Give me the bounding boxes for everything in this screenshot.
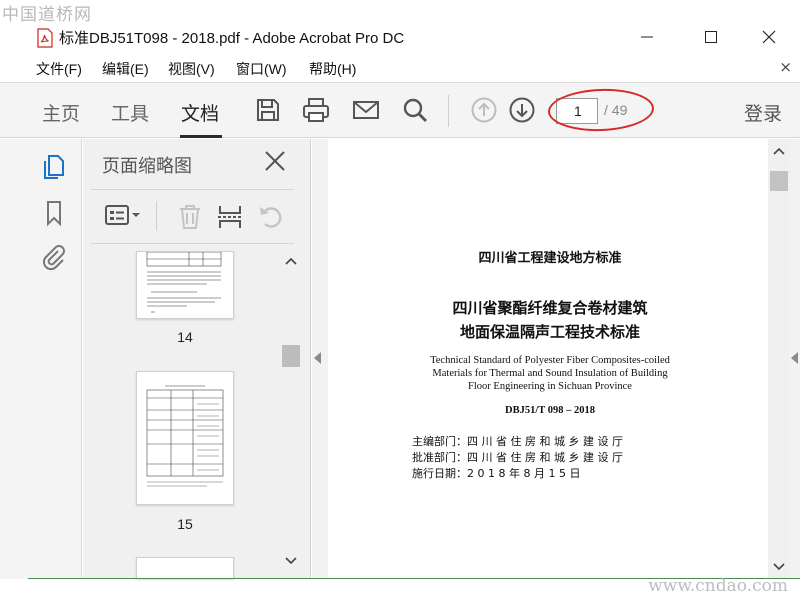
- scrollbar-thumb[interactable]: [770, 171, 788, 191]
- insert-page-icon[interactable]: [217, 203, 243, 231]
- minimize-button[interactable]: [624, 22, 670, 52]
- document-scrollbar[interactable]: [768, 139, 790, 579]
- toolbar-separator: [448, 95, 449, 127]
- meta-value: 2 0 1 8 年 8 月 1 5 日: [467, 467, 581, 480]
- window-title: 标准DBJ51T098 - 2018.pdf - Adobe Acrobat P…: [59, 30, 405, 47]
- pdf-file-icon: [37, 28, 53, 48]
- panel-tools: [83, 197, 311, 237]
- page-number-label: 15: [177, 516, 193, 532]
- document-code: DBJ51/T 098 – 2018: [505, 405, 595, 416]
- email-icon[interactable]: [352, 96, 380, 124]
- meta-label: 主编部门：: [412, 435, 467, 448]
- meta-value: 四 川 省 住 房 和 城 乡 建 设 厅: [467, 451, 623, 464]
- document-english-title-line-3: Floor Engineering in Sichuan Province: [468, 381, 632, 392]
- tools-separator: [156, 201, 157, 231]
- meta-label: 批准部门：: [412, 451, 467, 464]
- close-document-button[interactable]: ×: [779, 58, 792, 76]
- close-window-button[interactable]: [746, 22, 792, 52]
- bookmark-icon[interactable]: [40, 199, 68, 227]
- menu-view[interactable]: 视图(V): [168, 59, 215, 79]
- maximize-icon: [705, 31, 717, 43]
- menu-file[interactable]: 文件(F): [36, 59, 82, 79]
- print-icon[interactable]: [302, 96, 330, 124]
- menu-window[interactable]: 窗口(W): [236, 59, 287, 79]
- search-icon[interactable]: [401, 96, 429, 124]
- chevron-up-icon[interactable]: [285, 257, 297, 265]
- thumbnails-scrollbar[interactable]: [280, 249, 302, 579]
- page-thumbnail-14[interactable]: [136, 251, 234, 319]
- effective-date: 施行日期：2 0 1 8 年 8 月 1 5 日: [412, 465, 580, 481]
- collapse-left-pane-icon[interactable]: [314, 352, 322, 364]
- tab-document[interactable]: 文档: [181, 99, 219, 126]
- pdf-page: 四川省工程建设地方标准 四川省聚酯纤维复合卷材建筑 地面保温隔声工程技术标准 T…: [328, 139, 772, 579]
- expand-right-pane-icon[interactable]: [790, 352, 798, 364]
- chevron-down-icon[interactable]: [773, 563, 785, 571]
- panel-title: 页面缩略图: [102, 156, 192, 177]
- rotate-icon[interactable]: [257, 203, 285, 231]
- save-icon[interactable]: [254, 96, 282, 124]
- toolbar: 主页 工具 文档 1 / 49 登录: [0, 82, 800, 138]
- scrollbar-thumb[interactable]: [282, 345, 300, 367]
- meta-label: 施行日期：: [412, 467, 467, 480]
- login-button[interactable]: 登录: [744, 99, 782, 126]
- thumbnail-preview: [146, 251, 222, 313]
- maximize-button[interactable]: [688, 22, 734, 52]
- previous-page-icon[interactable]: [470, 96, 498, 124]
- next-page-icon[interactable]: [508, 96, 536, 124]
- divider: [91, 189, 294, 190]
- attachment-icon[interactable]: [40, 243, 68, 271]
- approval-department: 批准部门：四 川 省 住 房 和 城 乡 建 设 厅: [412, 449, 623, 465]
- document-english-title-line-2: Materials for Thermal and Sound Insulati…: [432, 368, 668, 379]
- active-tab-indicator: [180, 135, 222, 138]
- menu-edit[interactable]: 编辑(E): [102, 59, 149, 79]
- document-title-line-2: 地面保温隔声工程技术标准: [459, 323, 640, 341]
- page-thumbnails-icon[interactable]: [40, 153, 68, 181]
- editor-department: 主编部门：四 川 省 住 房 和 城 乡 建 设 厅: [412, 433, 623, 449]
- close-icon: [762, 30, 776, 44]
- close-icon[interactable]: [263, 149, 287, 173]
- thumbnails-panel: 页面缩略图 14 15: [83, 139, 311, 579]
- page-thumbnail-15[interactable]: [136, 371, 234, 505]
- watermark-bottom: www.cndao.com: [648, 576, 788, 596]
- minimize-icon: [641, 36, 653, 38]
- document-viewer[interactable]: 四川省工程建设地方标准 四川省聚酯纤维复合卷材建筑 地面保温隔声工程技术标准 T…: [312, 139, 800, 579]
- document-org: 四川省工程建设地方标准: [478, 251, 622, 266]
- trash-icon[interactable]: [177, 203, 203, 231]
- page-number-label: 14: [177, 329, 193, 345]
- navigation-rail: [0, 139, 82, 579]
- tab-home[interactable]: 主页: [42, 99, 80, 126]
- thumbnail-preview: [146, 385, 224, 487]
- document-english-title-line-1: Technical Standard of Polyester Fiber Co…: [430, 355, 670, 366]
- menu-bar: 文件(F) 编辑(E) 视图(V) 窗口(W) 帮助(H) ×: [0, 56, 800, 80]
- page-thumbnail-16[interactable]: [136, 557, 234, 579]
- title-bar: 标准DBJ51T098 - 2018.pdf - Adobe Acrobat P…: [0, 22, 800, 54]
- options-menu-icon[interactable]: [105, 203, 143, 229]
- highlight-annotation: [547, 87, 655, 133]
- document-title-line-1: 四川省聚酯纤维复合卷材建筑: [452, 299, 648, 317]
- divider: [91, 243, 294, 244]
- meta-value: 四 川 省 住 房 和 城 乡 建 设 厅: [467, 435, 623, 448]
- chevron-down-icon[interactable]: [285, 557, 297, 565]
- menu-help[interactable]: 帮助(H): [309, 59, 356, 79]
- chevron-up-icon[interactable]: [773, 147, 785, 155]
- tab-tools[interactable]: 工具: [111, 99, 149, 126]
